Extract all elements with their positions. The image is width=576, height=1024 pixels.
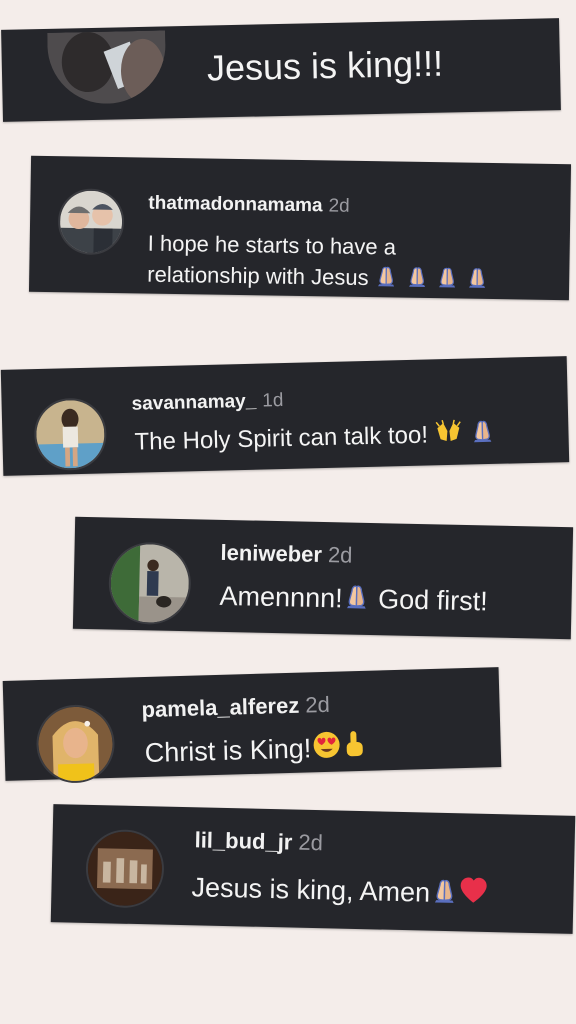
avatar[interactable] — [107, 541, 192, 626]
username[interactable]: leniweber — [220, 540, 322, 567]
folded-hands-icon — [408, 267, 426, 288]
raising-hands-icon — [435, 419, 461, 442]
red-heart-icon — [460, 877, 487, 903]
timestamp: 2d — [328, 195, 350, 217]
comment-header: pamela_alferez 2d — [141, 691, 331, 722]
avatar[interactable] — [57, 188, 125, 256]
comment-card: Jesus is king!!! — [1, 18, 561, 122]
username[interactable]: lil_bud_jr — [194, 827, 292, 854]
comment-text: Jesus is king, Amen — [191, 869, 488, 910]
folded-hands-icon — [377, 266, 396, 288]
username[interactable]: thatmadonnamama — [148, 193, 323, 217]
comment-card: thatmadonnamama 2d I hope he starts to ha… — [28, 155, 572, 301]
avatar[interactable] — [85, 828, 165, 909]
avatar[interactable] — [35, 703, 116, 785]
comment-header: lil_bud_jr 2d — [194, 827, 324, 856]
heart-eyes-icon — [313, 731, 340, 758]
folded-hands-icon — [433, 879, 455, 904]
comment-card: lil_bud_jr 2d Jesus is king, Amen — [50, 804, 576, 934]
comment-text: I hope he starts to have a relationship … — [147, 228, 490, 295]
comment-header: leniweber 2d — [220, 540, 353, 568]
avatar[interactable] — [47, 30, 167, 105]
comment-card: savannamay_ 1d The Holy Spirit can talk t… — [0, 356, 570, 476]
folded-hands-icon — [468, 268, 486, 289]
comment-text: Christ is King! — [144, 729, 367, 769]
comment-header: thatmadonnamama 2d — [148, 193, 350, 217]
avatar[interactable] — [33, 397, 108, 472]
username[interactable]: pamela_alferez — [141, 693, 299, 722]
timestamp: 1d — [262, 390, 284, 412]
comment-header: savannamay_ 1d — [131, 390, 284, 415]
timestamp: 2d — [304, 691, 331, 718]
comment-text: Jesus is king!!! — [206, 42, 444, 89]
timestamp: 2d — [327, 542, 353, 568]
timestamp: 2d — [298, 829, 324, 856]
folded-hands-icon — [472, 420, 492, 443]
comment-text: Amennnn! God first! — [219, 580, 488, 617]
comment-text: The Holy Spirit can talk too! — [134, 418, 495, 457]
folded-hands-icon — [438, 267, 456, 289]
comment-card: pamela_alferez 2d Christ is King! — [2, 667, 502, 785]
folded-hands-icon — [346, 585, 367, 610]
comment-card: leniweber 2d Amennnn! God first! — [72, 516, 574, 640]
username[interactable]: savannamay_ — [131, 391, 256, 415]
pointing-up-icon — [346, 731, 363, 757]
